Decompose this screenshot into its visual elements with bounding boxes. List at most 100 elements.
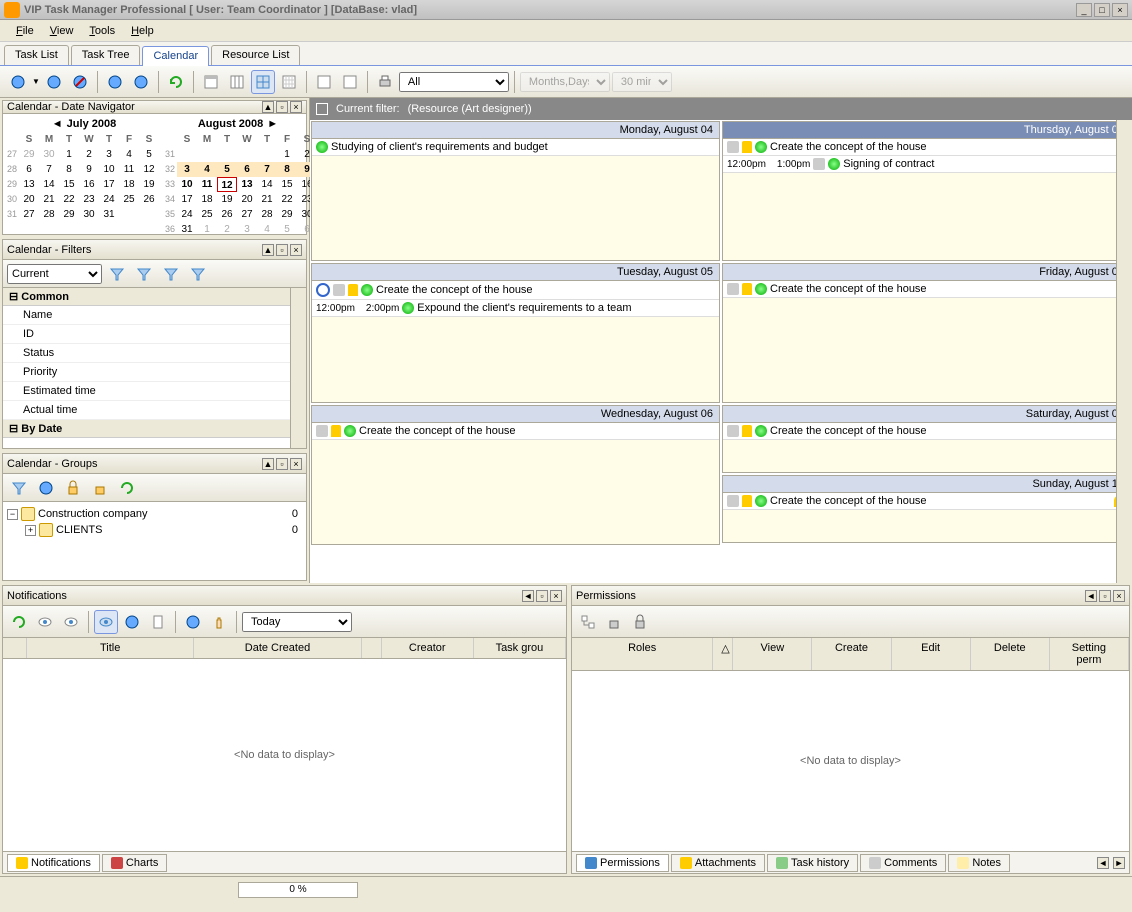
calendar-day[interactable]: 28 (39, 207, 59, 222)
scrollbar[interactable] (1116, 120, 1132, 583)
calendar-day[interactable]: 24 (99, 192, 119, 207)
eye-icon[interactable] (59, 610, 83, 634)
funnel-clear-icon[interactable] (186, 262, 210, 286)
tab-notifications[interactable]: Notifications (7, 854, 100, 872)
unlock-icon[interactable] (602, 610, 626, 634)
globe-add-icon[interactable] (6, 70, 30, 94)
panel-close-icon[interactable]: × (1113, 590, 1125, 602)
col-taskgroup[interactable]: Task grou (474, 638, 566, 658)
lock-icon[interactable] (628, 610, 652, 634)
interval-combo[interactable]: 30 min (612, 72, 672, 92)
calendar-day[interactable]: 7 (257, 162, 277, 177)
col-date[interactable]: Date Created (194, 638, 361, 658)
filter-preset-select[interactable]: Current (7, 264, 102, 284)
calendar-day[interactable]: 4 (197, 162, 217, 177)
calendar-day[interactable]: 20 (237, 192, 257, 207)
funnel-icon[interactable] (105, 262, 129, 286)
filter-field[interactable]: Priority (3, 363, 306, 382)
calendar-day[interactable] (177, 147, 197, 162)
group-globe-icon[interactable] (34, 476, 58, 500)
calendar-day[interactable]: 31 (177, 222, 197, 237)
dropdown-arrow-icon[interactable]: ▼ (32, 77, 40, 86)
calendar-day[interactable] (119, 207, 139, 222)
close-button[interactable]: × (1112, 3, 1128, 17)
calendar-day[interactable] (217, 147, 237, 162)
calendar-day[interactable]: 17 (177, 192, 197, 207)
col-title[interactable]: Title (27, 638, 194, 658)
calendar-day[interactable]: 1 (277, 147, 297, 162)
calendar-day[interactable] (237, 147, 257, 162)
minimize-button[interactable]: _ (1076, 3, 1092, 17)
appointment[interactable]: 12:00pm1:00pmSigning of contract (723, 156, 1130, 173)
calendar-day[interactable]: 25 (119, 192, 139, 207)
filter-field[interactable]: ID (3, 325, 306, 344)
appointment[interactable]: Create the concept of the house (312, 423, 719, 440)
calendar-day[interactable]: 22 (59, 192, 79, 207)
calendar-day[interactable]: 29 (277, 207, 297, 222)
tree-root[interactable]: − Construction company 0 (7, 506, 302, 522)
year-view-icon[interactable] (338, 70, 362, 94)
calendar-day[interactable]: 22 (277, 192, 297, 207)
panel-close-icon[interactable]: × (290, 458, 302, 470)
calendar-day[interactable]: 7 (39, 162, 59, 177)
calendar-day[interactable]: 10 (177, 177, 197, 192)
calendar-day[interactable]: 6 (237, 162, 257, 177)
calendar-day[interactable]: 23 (79, 192, 99, 207)
calendar-day[interactable]: 26 (217, 207, 237, 222)
tab-resource-list[interactable]: Resource List (211, 45, 300, 65)
panel-collapse-icon[interactable]: ▲ (262, 101, 274, 113)
appointment[interactable]: Create the concept of the house (723, 281, 1130, 298)
calendar-day[interactable]: 15 (277, 177, 297, 192)
tab-task-list[interactable]: Task List (4, 45, 69, 65)
calendar-day[interactable]: 13 (19, 177, 39, 192)
filter-field[interactable]: Estimated time (3, 382, 306, 401)
timegrid-view-icon[interactable] (312, 70, 336, 94)
calendar-day[interactable] (139, 207, 159, 222)
panel-collapse-icon[interactable]: ▲ (262, 458, 274, 470)
appointment[interactable]: Create the concept of the house (723, 493, 1130, 510)
funnel-save-icon[interactable] (159, 262, 183, 286)
calendar-day[interactable] (197, 147, 217, 162)
calendar-day[interactable]: 2 (217, 222, 237, 237)
tree-expand-icon[interactable]: + (25, 525, 36, 536)
calendar-day[interactable]: 1 (197, 222, 217, 237)
hand-icon[interactable] (207, 610, 231, 634)
panel-close-icon[interactable]: × (290, 101, 302, 113)
day-header[interactable]: Saturday, August 09 (723, 406, 1130, 423)
tab-task-tree[interactable]: Task Tree (71, 45, 141, 65)
group-unlock-icon[interactable] (88, 476, 112, 500)
tab-calendar[interactable]: Calendar (142, 46, 209, 66)
panel-prev-icon[interactable]: ◄ (522, 590, 534, 602)
tab-task-history[interactable]: Task history (767, 854, 858, 872)
calendar-day[interactable]: 14 (257, 177, 277, 192)
calendar-day[interactable]: 1 (59, 147, 79, 162)
calendar-day[interactable]: 2 (79, 147, 99, 162)
calendar-day[interactable]: 4 (257, 222, 277, 237)
calendar-day[interactable]: 18 (197, 192, 217, 207)
calendar-day[interactable]: 5 (139, 147, 159, 162)
calendar-day[interactable]: 19 (217, 192, 237, 207)
scroll-right-icon[interactable]: ► (1113, 857, 1125, 869)
print-icon[interactable] (373, 70, 397, 94)
scroll-left-icon[interactable]: ◄ (1097, 857, 1109, 869)
calendar-day[interactable]: 21 (257, 192, 277, 207)
refresh-icon[interactable] (115, 476, 139, 500)
group-lock-icon[interactable] (61, 476, 85, 500)
tree-icon[interactable] (576, 610, 600, 634)
filter-group-bydate[interactable]: ⊟ By Date (3, 420, 306, 438)
col-roles[interactable]: Roles (572, 638, 713, 670)
globe-icon[interactable] (120, 610, 144, 634)
col-creator[interactable]: Creator (382, 638, 474, 658)
tree-child[interactable]: + CLIENTS 0 (7, 522, 302, 538)
appointment[interactable]: Create the concept of the house (312, 281, 719, 300)
globe-icon[interactable] (181, 610, 205, 634)
panel-pin-icon[interactable]: ▫ (276, 101, 288, 113)
menu-view[interactable]: View (42, 23, 82, 39)
tab-notes[interactable]: Notes (948, 854, 1010, 872)
col-sort[interactable] (362, 638, 382, 658)
doc-icon[interactable] (146, 610, 170, 634)
calendar-day[interactable]: 25 (197, 207, 217, 222)
day-view-icon[interactable] (199, 70, 223, 94)
scrollbar[interactable] (290, 288, 306, 448)
day-block[interactable]: Saturday, August 09Create the concept of… (722, 405, 1131, 473)
